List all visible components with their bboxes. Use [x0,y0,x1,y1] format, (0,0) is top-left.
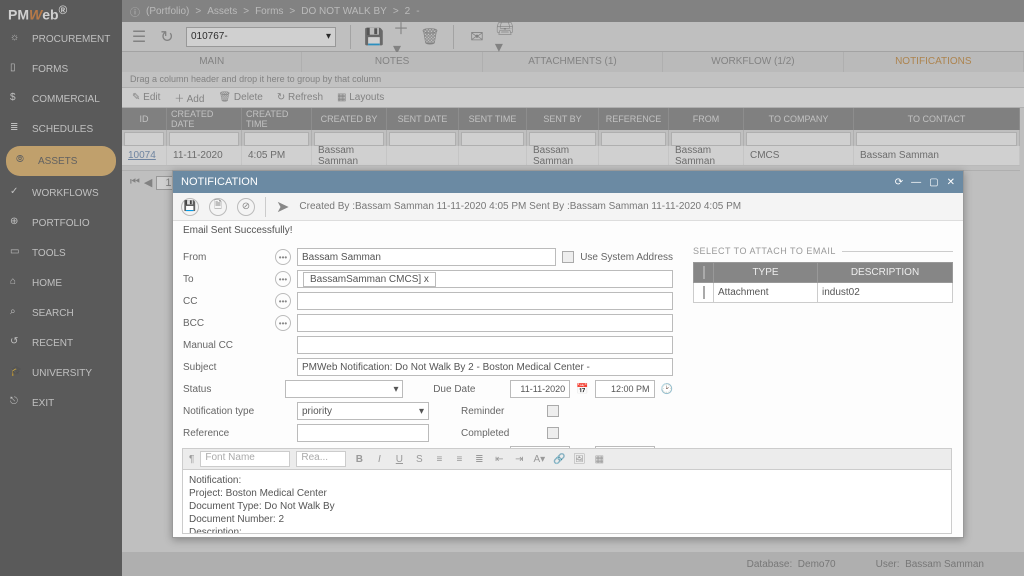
align-center-icon[interactable]: ≡ [452,454,466,465]
reminder-checkbox[interactable] [547,405,559,417]
completed-checkbox[interactable] [547,427,559,439]
bcc-input[interactable] [297,314,673,332]
calendar-icon[interactable]: 📅 [576,384,588,395]
cc-input[interactable] [297,292,673,310]
dialog-toolbar: 💾 🗎 ⊘ ➤ Created By :Bassam Samman 11-11-… [173,193,963,221]
status-select[interactable]: ▾ [285,380,403,398]
cancel-button[interactable]: ⊘ [237,198,255,216]
attach-col-type[interactable]: TYPE [714,263,818,283]
to-input[interactable]: BassamSamman CMCS] x [297,270,673,288]
new-button[interactable]: 🗎 [209,198,227,216]
bcc-more[interactable]: ••• [275,315,291,331]
outdent-icon[interactable]: ⇤ [492,454,506,465]
image-icon[interactable]: 🖼 [572,454,586,465]
attach-row-checkbox[interactable] [703,286,705,299]
attach-col-desc[interactable]: DESCRIPTION [818,263,953,283]
send-button[interactable]: ➤ [276,197,289,217]
save-button[interactable]: 💾 [181,198,199,216]
maximize-icon[interactable]: ▢ [929,177,938,188]
rte-size[interactable]: Rea... [296,451,346,467]
italic-icon[interactable]: I [372,454,386,465]
table-icon[interactable]: ▦ [592,454,606,465]
subject-input[interactable]: PMWeb Notification: Do Not Walk By 2 - B… [297,358,673,376]
due-date[interactable] [510,380,570,398]
strike-icon[interactable]: S [412,454,426,465]
rte-toolbar: ¶ Font Name Rea... B I U S ≡ ≡ ≣ ⇤ ⇥ A▾ … [182,448,952,470]
attach-all-checkbox[interactable] [703,266,705,279]
list-icon[interactable]: ≣ [472,454,486,465]
link-icon[interactable]: 🔗 [552,454,566,465]
from-more[interactable]: ••• [275,249,291,265]
attach-row[interactable]: Attachmentindust02 [694,283,953,303]
usesys-checkbox[interactable] [562,251,574,263]
from-input[interactable]: Bassam Samman [297,248,556,266]
clock-icon[interactable]: 🕑 [661,384,673,395]
to-more[interactable]: ••• [275,271,291,287]
cc-more[interactable]: ••• [275,293,291,309]
attach-table: TYPE DESCRIPTION Attachmentindust02 [693,262,953,303]
underline-icon[interactable]: U [392,454,406,465]
rte-para-icon[interactable]: ¶ [189,454,194,465]
due-time[interactable] [595,380,655,398]
rte-body[interactable]: Notification: Project: Boston Medical Ce… [182,470,952,534]
dialog-title: NOTIFICATION [181,176,258,188]
manualcc-input[interactable] [297,336,673,354]
minimize-icon[interactable]: ― [911,177,921,188]
rte-font[interactable]: Font Name [200,451,290,467]
close-icon[interactable]: ✕ [947,177,955,188]
align-left-icon[interactable]: ≡ [432,454,446,465]
ntype-select[interactable]: priority▾ [297,402,429,420]
refresh-icon[interactable]: ⟳ [895,177,903,188]
success-message: Email Sent Successfully! [173,221,963,240]
bold-icon[interactable]: B [352,454,366,465]
dialog-meta: Created By :Bassam Samman 11-11-2020 4:0… [299,201,741,212]
reference-input[interactable] [297,424,429,442]
dialog-titlebar[interactable]: NOTIFICATION ⟳ ― ▢ ✕ [173,171,963,193]
color-icon[interactable]: A▾ [532,454,546,465]
indent-icon[interactable]: ⇥ [512,454,526,465]
